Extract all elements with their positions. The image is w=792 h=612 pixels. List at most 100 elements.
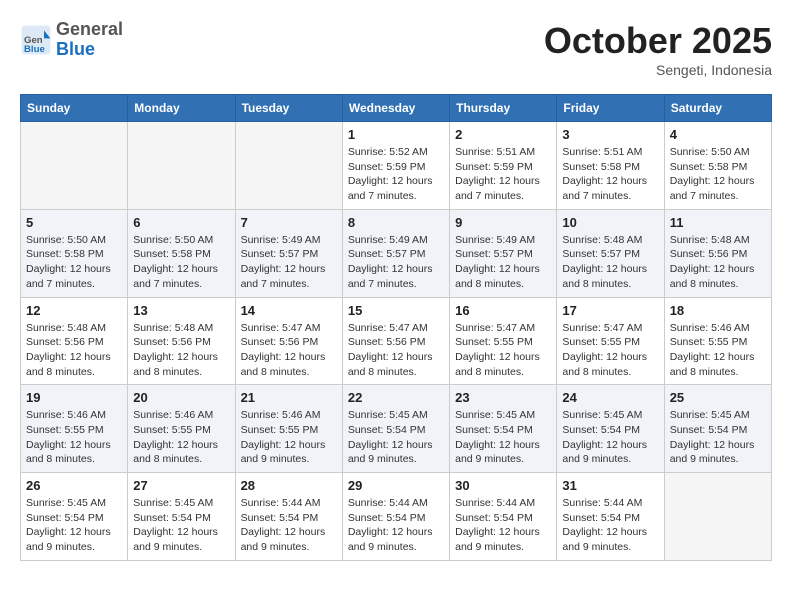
day-info: Sunrise: 5:51 AMSunset: 5:58 PMDaylight:… xyxy=(562,145,658,204)
day-number: 4 xyxy=(670,127,766,142)
day-info: Sunrise: 5:45 AMSunset: 5:54 PMDaylight:… xyxy=(348,408,444,467)
day-info: Sunrise: 5:45 AMSunset: 5:54 PMDaylight:… xyxy=(670,408,766,467)
day-cell: 14 Sunrise: 5:47 AMSunset: 5:56 PMDayligh… xyxy=(235,297,342,385)
day-number: 21 xyxy=(241,390,337,405)
day-cell xyxy=(21,122,128,210)
logo-icon: Gen Blue xyxy=(20,24,52,56)
day-info: Sunrise: 5:44 AMSunset: 5:54 PMDaylight:… xyxy=(241,496,337,555)
day-cell: 11Sunrise: 5:48 AMSunset: 5:56 PMDayligh… xyxy=(664,209,771,297)
svg-text:Blue: Blue xyxy=(24,44,45,55)
logo-general: General xyxy=(56,20,123,40)
day-info: Sunrise: 5:47 AMSunset: 5:56 PMDaylight:… xyxy=(348,321,444,380)
day-cell: 25 Sunrise: 5:45 AMSunset: 5:54 PMDayligh… xyxy=(664,385,771,473)
day-number: 2 xyxy=(455,127,551,142)
day-number: 31 xyxy=(562,478,658,493)
week-row-5: 26 Sunrise: 5:45 AMSunset: 5:54 PMDayligh… xyxy=(21,473,772,561)
day-cell: 2 Sunrise: 5:51 AMSunset: 5:59 PMDaylight… xyxy=(450,122,557,210)
day-info: Sunrise: 5:45 AMSunset: 5:54 PMDaylight:… xyxy=(455,408,551,467)
weekday-header-friday: Friday xyxy=(557,95,664,122)
weekday-header-row: SundayMondayTuesdayWednesdayThursdayFrid… xyxy=(21,95,772,122)
day-cell: 30 Sunrise: 5:44 AMSunset: 5:54 PMDayligh… xyxy=(450,473,557,561)
week-row-2: 5 Sunrise: 5:50 AMSunset: 5:58 PMDaylight… xyxy=(21,209,772,297)
day-cell xyxy=(128,122,235,210)
day-info: Sunrise: 5:52 AMSunset: 5:59 PMDaylight:… xyxy=(348,145,444,204)
day-cell: 19Sunrise: 5:46 AMSunset: 5:55 PMDayligh… xyxy=(21,385,128,473)
day-cell: 21Sunrise: 5:46 AMSunset: 5:55 PMDayligh… xyxy=(235,385,342,473)
title-block: October 2025 Sengeti, Indonesia xyxy=(544,20,772,78)
logo: Gen Blue General Blue xyxy=(20,20,123,60)
day-number: 13 xyxy=(133,303,229,318)
day-cell: 5 Sunrise: 5:50 AMSunset: 5:58 PMDaylight… xyxy=(21,209,128,297)
day-info: Sunrise: 5:50 AMSunset: 5:58 PMDaylight:… xyxy=(133,233,229,292)
day-number: 8 xyxy=(348,215,444,230)
day-number: 5 xyxy=(26,215,122,230)
day-number: 12 xyxy=(26,303,122,318)
day-cell: 31Sunrise: 5:44 AMSunset: 5:54 PMDayligh… xyxy=(557,473,664,561)
day-number: 26 xyxy=(26,478,122,493)
week-row-4: 19 Sunrise: 5:46 AMSunset: 5:55 PMDayligh… xyxy=(21,385,772,473)
day-info: Sunrise: 5:46 AMSunset: 5:55 PMDaylight:… xyxy=(670,321,766,380)
day-cell xyxy=(235,122,342,210)
day-cell: 24 Sunrise: 5:45 AMSunset: 5:54 PMDayligh… xyxy=(557,385,664,473)
day-info: Sunrise: 5:47 AMSunset: 5:56 PMDaylight:… xyxy=(241,321,337,380)
week-row-3: 12 Sunrise: 5:48 AMSunset: 5:56 PMDayligh… xyxy=(21,297,772,385)
weekday-header-saturday: Saturday xyxy=(664,95,771,122)
day-info: Sunrise: 5:48 AMSunset: 5:56 PMDaylight:… xyxy=(26,321,122,380)
day-info: Sunrise: 5:49 AMSunset: 5:57 PMDaylight:… xyxy=(455,233,551,292)
day-cell: 23 Sunrise: 5:45 AMSunset: 5:54 PMDayligh… xyxy=(450,385,557,473)
day-info: Sunrise: 5:51 AMSunset: 5:59 PMDaylight:… xyxy=(455,145,551,204)
day-number: 19 xyxy=(26,390,122,405)
day-info: Sunrise: 5:48 AMSunset: 5:57 PMDaylight:… xyxy=(562,233,658,292)
day-cell: 16 Sunrise: 5:47 AMSunset: 5:55 PMDayligh… xyxy=(450,297,557,385)
day-number: 1 xyxy=(348,127,444,142)
day-info: Sunrise: 5:47 AMSunset: 5:55 PMDaylight:… xyxy=(455,321,551,380)
day-info: Sunrise: 5:46 AMSunset: 5:55 PMDaylight:… xyxy=(133,408,229,467)
day-number: 6 xyxy=(133,215,229,230)
day-info: Sunrise: 5:48 AMSunset: 5:56 PMDaylight:… xyxy=(133,321,229,380)
day-cell: 7Sunrise: 5:49 AMSunset: 5:57 PMDaylight… xyxy=(235,209,342,297)
day-info: Sunrise: 5:50 AMSunset: 5:58 PMDaylight:… xyxy=(670,145,766,204)
day-info: Sunrise: 5:47 AMSunset: 5:55 PMDaylight:… xyxy=(562,321,658,380)
day-cell: 18 Sunrise: 5:46 AMSunset: 5:55 PMDayligh… xyxy=(664,297,771,385)
day-info: Sunrise: 5:49 AMSunset: 5:57 PMDaylight:… xyxy=(348,233,444,292)
weekday-header-wednesday: Wednesday xyxy=(342,95,449,122)
day-number: 3 xyxy=(562,127,658,142)
day-cell: 28 Sunrise: 5:44 AMSunset: 5:54 PMDayligh… xyxy=(235,473,342,561)
day-info: Sunrise: 5:44 AMSunset: 5:54 PMDaylight:… xyxy=(348,496,444,555)
day-number: 23 xyxy=(455,390,551,405)
weekday-header-thursday: Thursday xyxy=(450,95,557,122)
day-number: 10 xyxy=(562,215,658,230)
day-number: 30 xyxy=(455,478,551,493)
weekday-header-sunday: Sunday xyxy=(21,95,128,122)
day-number: 22 xyxy=(348,390,444,405)
day-number: 18 xyxy=(670,303,766,318)
day-number: 25 xyxy=(670,390,766,405)
day-number: 24 xyxy=(562,390,658,405)
logo-blue: Blue xyxy=(56,40,123,60)
day-cell: 1 Sunrise: 5:52 AMSunset: 5:59 PMDaylight… xyxy=(342,122,449,210)
month-title: October 2025 xyxy=(544,20,772,62)
day-cell: 20Sunrise: 5:46 AMSunset: 5:55 PMDayligh… xyxy=(128,385,235,473)
day-cell: 27Sunrise: 5:45 AMSunset: 5:54 PMDayligh… xyxy=(128,473,235,561)
day-cell: 12 Sunrise: 5:48 AMSunset: 5:56 PMDayligh… xyxy=(21,297,128,385)
day-number: 17 xyxy=(562,303,658,318)
day-info: Sunrise: 5:50 AMSunset: 5:58 PMDaylight:… xyxy=(26,233,122,292)
day-number: 16 xyxy=(455,303,551,318)
day-info: Sunrise: 5:49 AMSunset: 5:57 PMDaylight:… xyxy=(241,233,337,292)
calendar-table: SundayMondayTuesdayWednesdayThursdayFrid… xyxy=(20,94,772,561)
day-info: Sunrise: 5:45 AMSunset: 5:54 PMDaylight:… xyxy=(562,408,658,467)
day-cell: 8 Sunrise: 5:49 AMSunset: 5:57 PMDaylight… xyxy=(342,209,449,297)
weekday-header-tuesday: Tuesday xyxy=(235,95,342,122)
day-cell: 17 Sunrise: 5:47 AMSunset: 5:55 PMDayligh… xyxy=(557,297,664,385)
day-info: Sunrise: 5:45 AMSunset: 5:54 PMDaylight:… xyxy=(133,496,229,555)
subtitle: Sengeti, Indonesia xyxy=(544,62,772,78)
day-number: 15 xyxy=(348,303,444,318)
day-number: 29 xyxy=(348,478,444,493)
day-info: Sunrise: 5:44 AMSunset: 5:54 PMDaylight:… xyxy=(455,496,551,555)
day-info: Sunrise: 5:45 AMSunset: 5:54 PMDaylight:… xyxy=(26,496,122,555)
day-number: 14 xyxy=(241,303,337,318)
day-number: 28 xyxy=(241,478,337,493)
logo-text: General Blue xyxy=(56,20,123,60)
day-cell: 6 Sunrise: 5:50 AMSunset: 5:58 PMDaylight… xyxy=(128,209,235,297)
day-info: Sunrise: 5:48 AMSunset: 5:56 PMDaylight:… xyxy=(670,233,766,292)
